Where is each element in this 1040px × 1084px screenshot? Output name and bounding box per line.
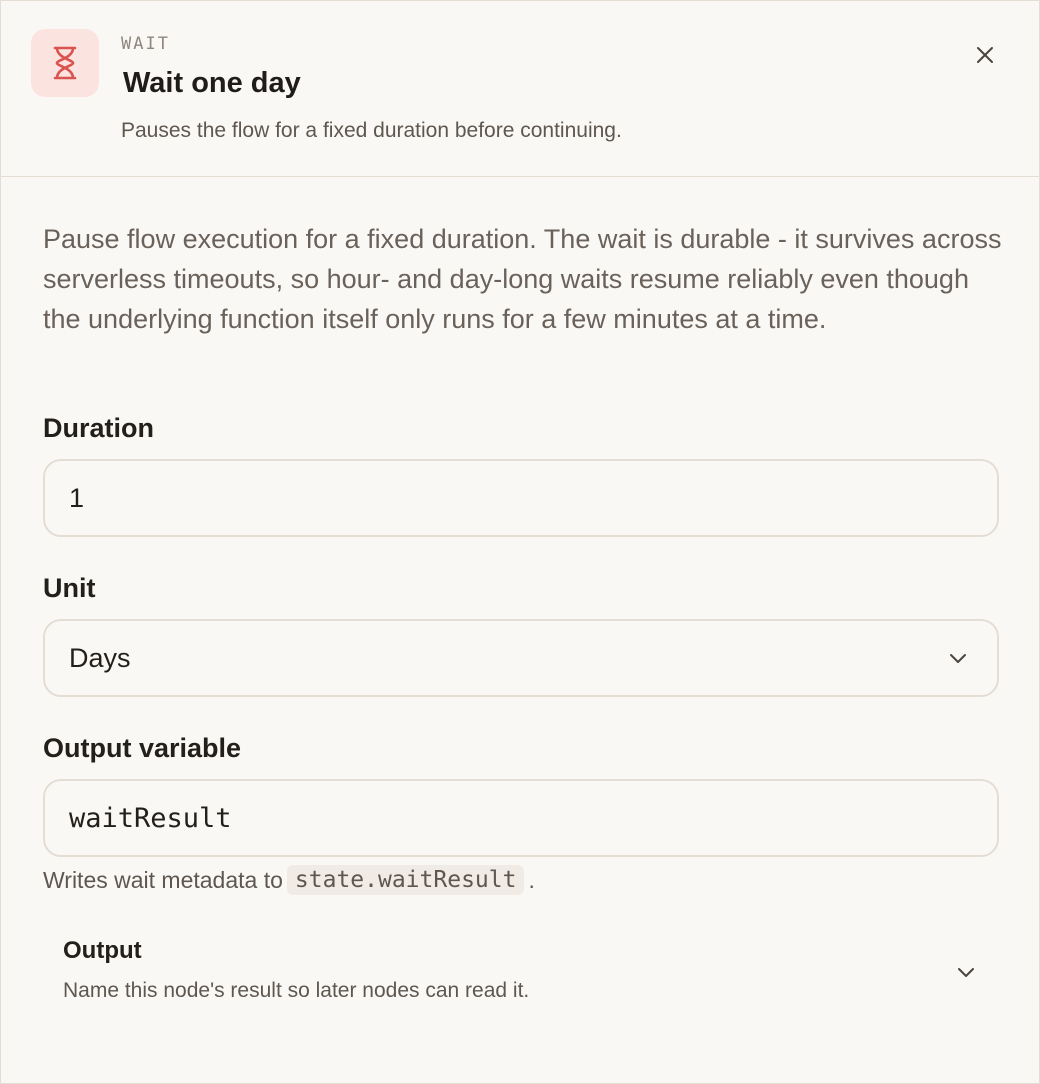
node-kind-label: WAIT <box>121 34 170 54</box>
output-variable-label: Output variable <box>43 733 242 763</box>
output-section-subtitle: Name this node's result so later nodes c… <box>63 979 530 1002</box>
unit-label: Unit <box>43 573 96 603</box>
node-subtitle: Pauses the flow for a fixed duration bef… <box>121 119 622 142</box>
unit-select[interactable]: Days <box>43 619 999 697</box>
chevron-down-icon <box>950 654 966 663</box>
output-section-title: Output <box>63 937 142 964</box>
hint-suffix: . <box>528 866 535 893</box>
output-section-toggle[interactable]: Output Name this node's result so later … <box>43 921 999 1021</box>
close-icon <box>977 47 993 63</box>
output-variable-value: waitResult <box>69 802 232 834</box>
node-description: Pause flow execution for a fixed duratio… <box>43 224 1002 334</box>
hourglass-icon <box>53 46 77 80</box>
node-icon-badge <box>31 29 99 97</box>
duration-input[interactable]: 1 <box>43 459 999 537</box>
hint-prefix: Writes wait metadata to <box>43 866 283 893</box>
duration-label: Duration <box>43 413 154 443</box>
chevron-down-icon <box>958 968 974 977</box>
duration-value: 1 <box>69 482 85 513</box>
output-variable-input[interactable]: waitResult <box>43 779 999 857</box>
panel-header: WAIT Wait one day Pauses the flow for a … <box>1 1 1039 177</box>
close-button[interactable] <box>967 37 1003 73</box>
output-variable-hint: Writes wait metadata to state.waitResult… <box>43 865 535 895</box>
node-title: Wait one day <box>123 67 301 99</box>
unit-value: Days <box>69 642 131 673</box>
hint-code: state.waitResult <box>286 865 525 895</box>
node-config-panel: WAIT Wait one day Pauses the flow for a … <box>0 0 1040 1084</box>
